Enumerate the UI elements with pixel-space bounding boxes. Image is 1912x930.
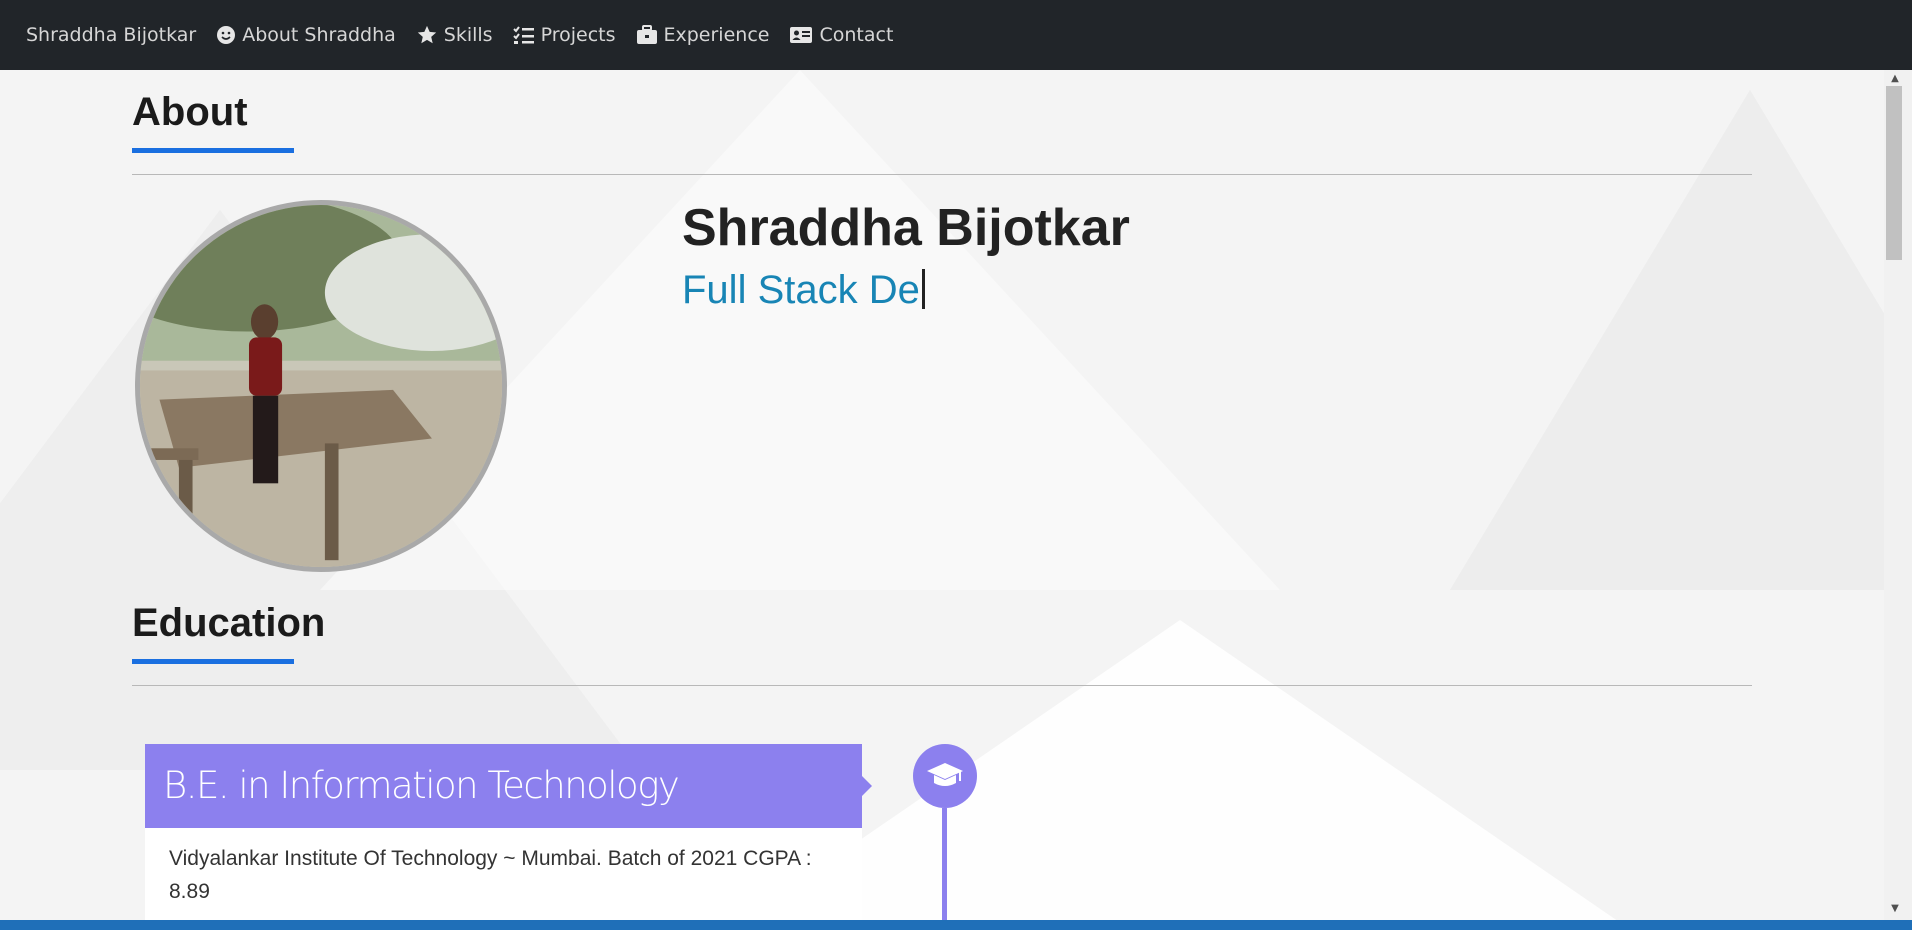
smiley-icon	[217, 26, 236, 44]
typed-role-text: Full Stack De	[682, 268, 920, 312]
nav-skills-label: Skills	[443, 24, 493, 46]
scrollbar-thumb[interactable]	[1886, 86, 1902, 260]
star-icon	[417, 25, 436, 44]
main-content: About Shraddha Bijotkar Full Stack De Ed…	[0, 70, 1884, 920]
briefcase-icon	[636, 25, 657, 44]
typing-caret	[921, 269, 925, 309]
nav-experience-label: Experience	[663, 24, 770, 46]
checklist-icon	[512, 26, 534, 44]
nav-projects-label: Projects	[540, 24, 616, 46]
profile-name: Shraddha Bijotkar	[682, 199, 1130, 257]
scroll-up-arrow-icon[interactable]: ▲	[1888, 72, 1902, 86]
about-heading: About	[132, 90, 248, 134]
brand-link[interactable]: Shraddha Bijotkar	[26, 24, 196, 46]
nav-experience[interactable]: Experience	[636, 24, 770, 46]
profile-photo	[135, 200, 507, 572]
scroll-down-arrow-icon[interactable]: ▼	[1888, 902, 1902, 916]
about-divider	[132, 174, 1752, 175]
education-divider	[132, 685, 1752, 686]
os-taskbar-edge	[0, 920, 1912, 930]
top-navbar: Shraddha Bijotkar About Shraddha Skills …	[0, 0, 1912, 70]
contact-card-icon	[790, 27, 813, 43]
nav-skills[interactable]: Skills	[416, 24, 493, 46]
education-heading-underline	[132, 659, 294, 664]
nav-about-label: About Shraddha	[242, 24, 396, 46]
nav-contact[interactable]: Contact	[789, 24, 893, 46]
nav-projects[interactable]: Projects	[512, 24, 616, 46]
nav-contact-label: Contact	[819, 24, 894, 46]
education-heading: Education	[132, 601, 326, 645]
about-heading-underline	[132, 148, 294, 153]
typed-role: Full Stack De	[682, 268, 925, 313]
nav-about[interactable]: About Shraddha	[216, 24, 396, 46]
